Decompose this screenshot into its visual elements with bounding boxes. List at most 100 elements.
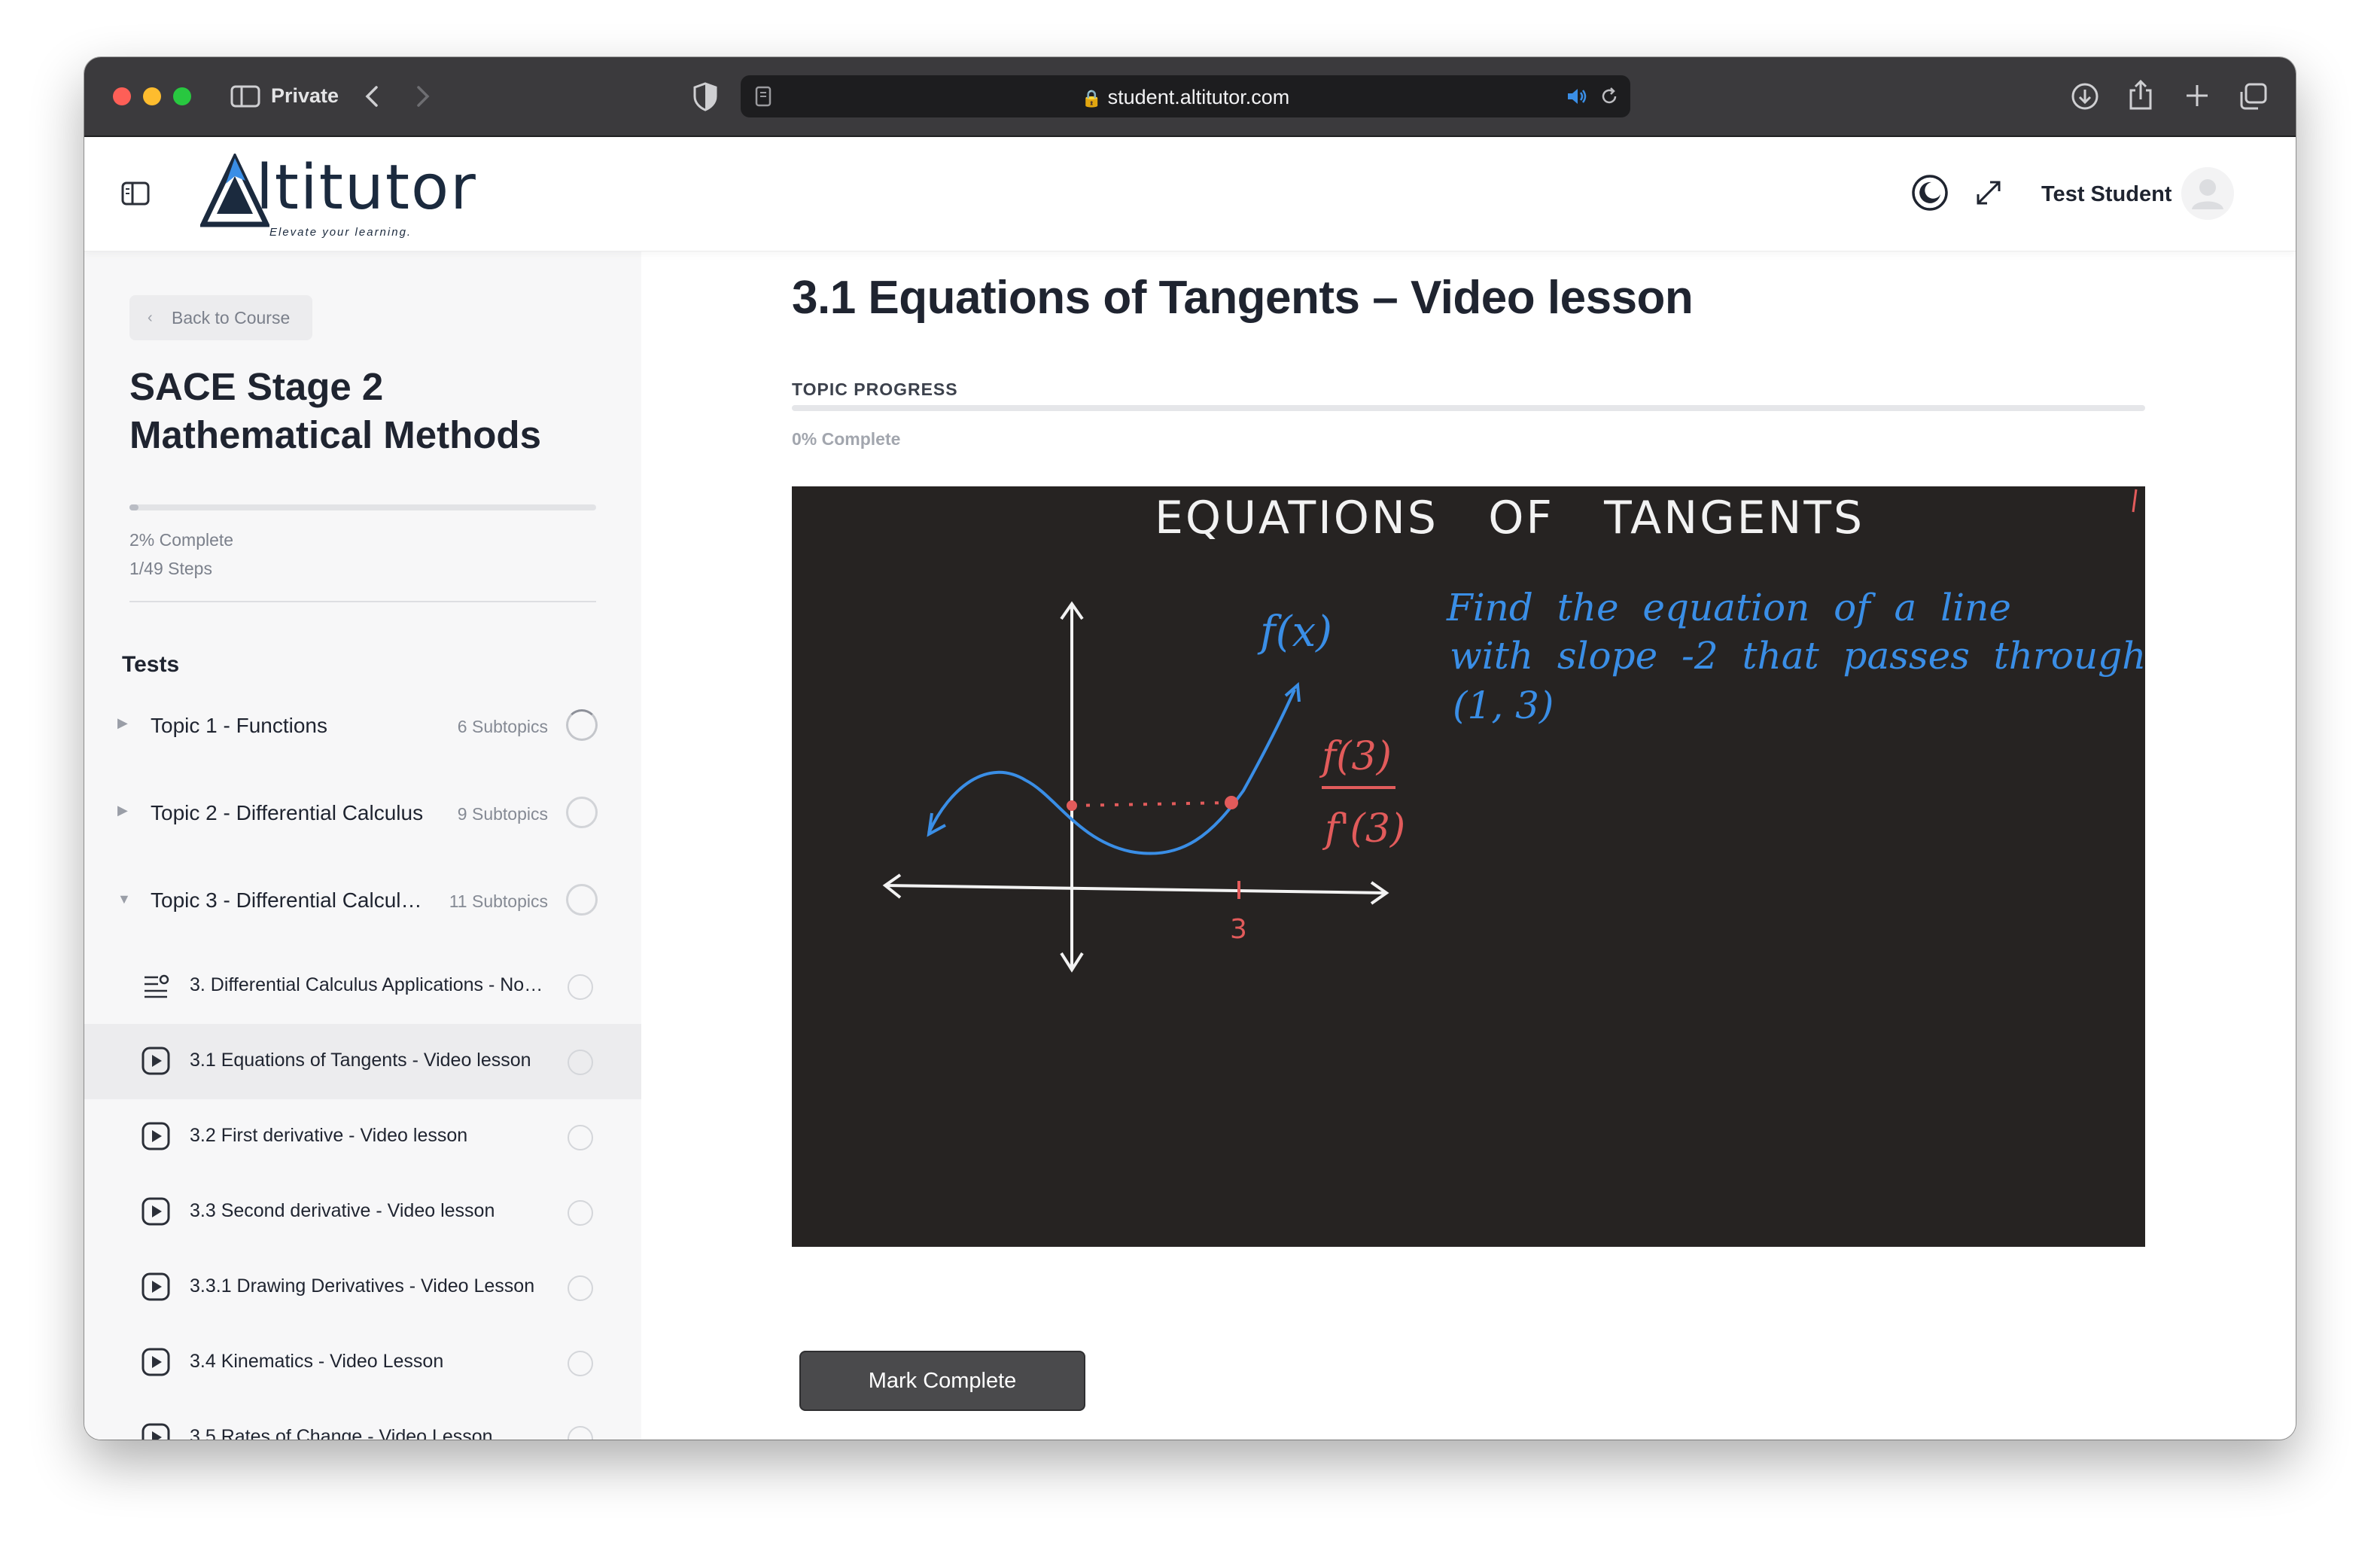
lesson-item[interactable]: 3.3 Second derivative - Video lesson [84,1175,641,1250]
lesson-item-active[interactable]: 3.1 Equations of Tangents - Video lesson [84,1024,641,1099]
lesson-label[interactable]: 3. Differential Calculus Applications - … [190,974,543,996]
caret-down-icon[interactable]: ▼ [117,891,131,907]
lesson-label[interactable]: 3.2 First derivative - Video lesson [190,1125,543,1147]
lesson-item[interactable]: 3. Differential Calculus Applications - … [84,949,641,1024]
back-arrow-icon[interactable] [363,84,381,108]
fprime3-label: f'(3) [1322,806,1405,852]
lesson-content: 3.1 Equations of Tangents – Video lesson… [641,251,2296,1440]
lock-icon: 🔒 [1081,89,1103,108]
topic-label[interactable]: Topic 2 - Differential Calculus [151,801,444,825]
tab-overview-icon[interactable] [2238,81,2269,111]
topic-progress-label: TOPIC PROGRESS [792,379,958,399]
play-icon [142,1423,170,1440]
x-axis [884,884,1387,894]
forward-arrow-icon[interactable] [414,84,432,108]
point-y-intercept [1067,800,1077,811]
tests-heading: Tests [122,652,180,677]
lesson-item[interactable]: 3.5 Rates of Change - Video Lesson [84,1400,641,1440]
lesson-status-circle [568,974,593,1000]
blackboard-drawing: EQUATIONS OF TANGENTS 3 f(x) f(3) f'(3) … [882,489,2145,973]
topic-row[interactable]: ▼ Topic 3 - Differential Calculus Applic… [84,870,641,931]
progress-circle-icon [566,709,598,741]
share-icon[interactable] [2127,78,2154,111]
topic-subtopic-count: 6 Subtopics [457,717,548,736]
course-progress-fill [129,504,139,510]
play-icon [142,1047,170,1075]
lesson-status-circle [568,1275,593,1301]
minimize-window-button[interactable] [143,87,161,105]
close-window-button[interactable] [113,87,131,105]
play-icon [142,1272,170,1301]
play-icon [142,1122,170,1150]
topic-subtopic-count: 9 Subtopics [457,804,548,824]
fullscreen-icon[interactable] [1972,176,2005,209]
course-percent-text: 2% Complete [129,530,234,550]
problem-line-3: (1, 3) [1453,684,1554,727]
problem-line-2: with slope -2 that passes through [1450,634,2145,678]
topic-row[interactable]: ▶ Topic 2 - Differential Calculus 9 Subt… [84,783,641,843]
f3-label: f(3) [1319,734,1392,779]
caret-right-icon[interactable]: ▶ [117,715,128,731]
page-title: 3.1 Equations of Tangents – Video lesson [792,272,1694,324]
play-icon [142,1348,170,1376]
speaker-icon[interactable] [1566,87,1588,105]
topic-row[interactable]: ▶ Topic 1 - Functions 6 Subtopics [84,696,641,756]
topic-subtopic-count: 11 Subtopics [449,891,548,911]
function-curve [927,689,1296,855]
caret-right-icon[interactable]: ▶ [117,803,128,818]
address-bar[interactable]: 🔒 student.altitutor.com [741,75,1630,117]
topic-progress-text: 0% Complete [792,429,901,449]
lesson-item[interactable]: 3.2 First derivative - Video lesson [84,1099,641,1175]
progress-circle-icon [566,884,598,916]
dotted-guide [1071,801,1232,807]
lesson-label[interactable]: 3.3 Second derivative - Video lesson [190,1200,543,1222]
download-icon[interactable] [2070,81,2100,111]
lesson-label[interactable]: 3.5 Rates of Change - Video Lesson [190,1426,543,1440]
dark-mode-toggle-icon[interactable] [1910,173,1949,212]
user-avatar-icon [2192,179,2223,209]
back-to-course-label: Back to Course [172,308,291,328]
course-title: SACE Stage 2 Mathematical Methods [129,365,541,456]
sidebar-collapse-icon[interactable] [120,181,151,206]
shield-icon[interactable] [692,81,718,111]
lesson-item[interactable]: 3.4 Kinematics - Video Lesson [84,1325,641,1400]
browser-window: Private 🔒 student.altitutor.com ltitutor… [84,57,2296,1440]
back-to-course-button[interactable]: ‹ Back to Course [129,295,313,340]
red-mark [2132,489,2138,513]
avatar[interactable] [2181,167,2234,220]
video-heading: EQUATIONS OF TANGENTS [1155,492,1864,544]
reload-icon[interactable] [1599,86,1620,107]
private-label: Private [271,84,339,107]
point-at-3 [1225,796,1238,809]
course-sidebar: ‹ Back to Course SACE Stage 2 Mathematic… [84,251,641,1440]
url-text: student.altitutor.com [1107,86,1290,108]
chevron-left-icon: ‹ [148,309,153,326]
app-header: ltitutor Elevate your learning. Test Stu… [84,137,2296,251]
lesson-status-circle [568,1351,593,1376]
notes-icon [145,974,169,998]
sidebar-divider [129,601,596,602]
lesson-status-circle [568,1050,593,1075]
course-steps-text: 1/49 Steps [129,559,212,578]
topic-label[interactable]: Topic 3 - Differential Calculus Applicat… [151,888,431,913]
lesson-status-circle [568,1426,593,1440]
mark-complete-button[interactable]: Mark Complete [799,1351,1085,1411]
lesson-label[interactable]: 3.1 Equations of Tangents - Video lesson [190,1050,543,1071]
progress-circle-icon [566,797,598,828]
course-progress-bar [129,504,596,510]
logo-tagline: Elevate your learning. [269,226,412,239]
lesson-label[interactable]: 3.3.1 Drawing Derivatives - Video Lesson [190,1275,543,1297]
lesson-label[interactable]: 3.4 Kinematics - Video Lesson [190,1351,543,1373]
browser-toolbar: Private 🔒 student.altitutor.com [84,57,2296,137]
zoom-window-button[interactable] [173,87,191,105]
lesson-item[interactable]: 3.3.1 Drawing Derivatives - Video Lesson [84,1250,641,1325]
topic-progress-bar [792,405,2145,411]
fx-label: f(x) [1257,608,1332,657]
user-name[interactable]: Test Student [2041,182,2172,207]
problem-line-1: Find the equation of a line [1446,586,2011,629]
topic-label[interactable]: Topic 1 - Functions [151,714,437,738]
sidebar-toggle-icon[interactable] [230,84,260,108]
new-tab-icon[interactable] [2184,83,2210,108]
lesson-status-circle [568,1125,593,1150]
video-player[interactable]: EQUATIONS OF TANGENTS 3 f(x) f(3) f'(3) … [792,486,2145,1247]
